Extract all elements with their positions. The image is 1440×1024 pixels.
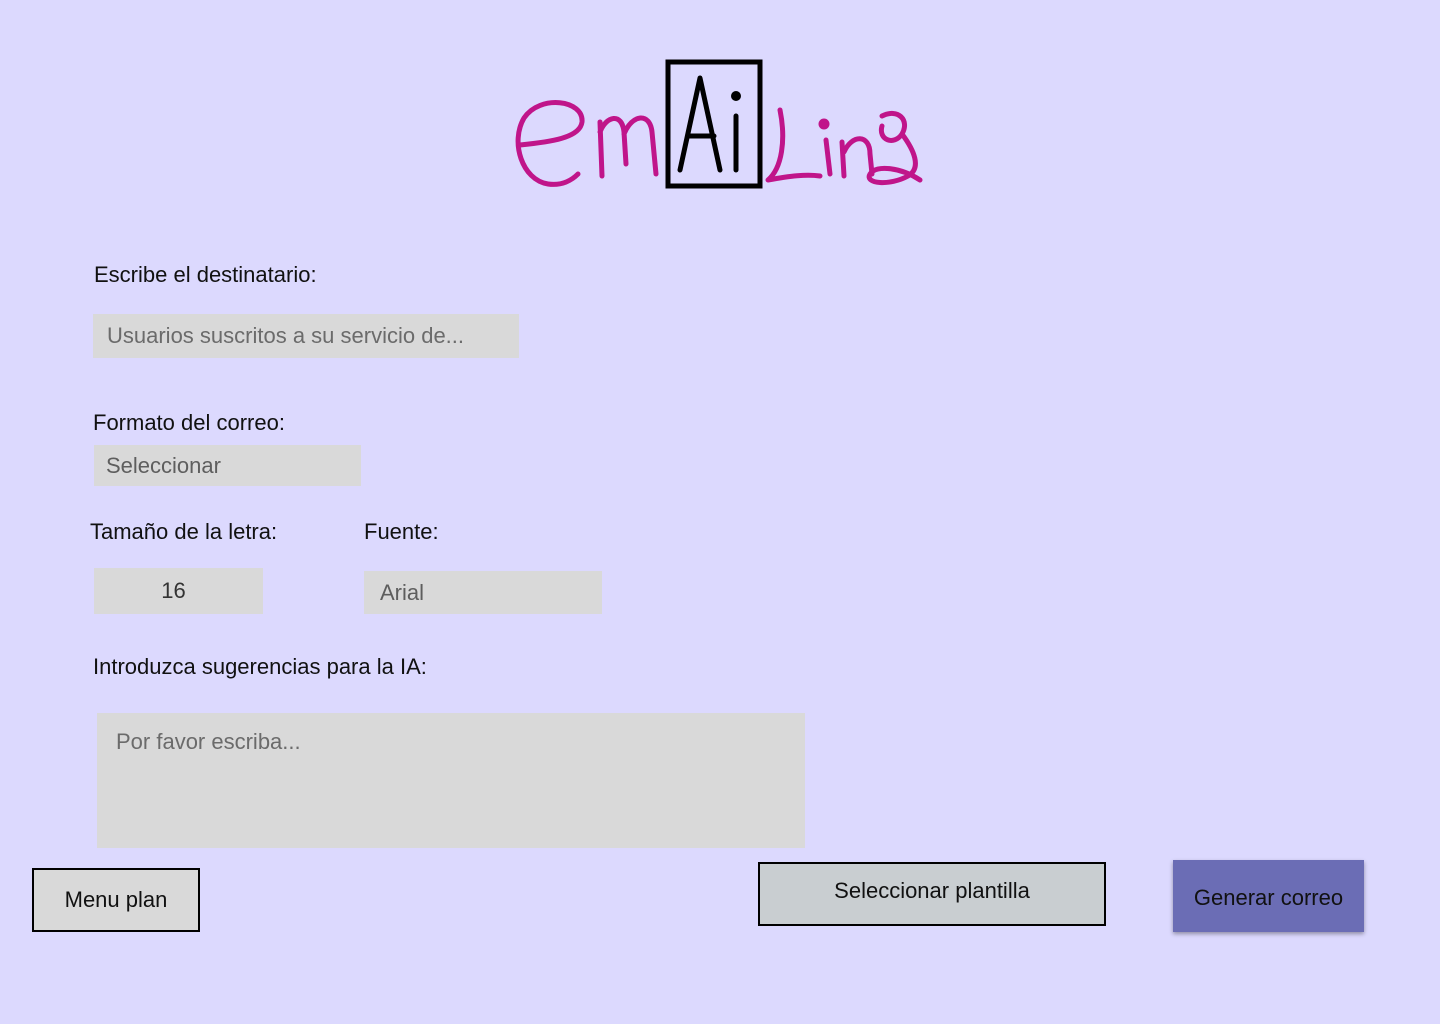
generate-email-button[interactable]: Generar correo: [1173, 860, 1364, 932]
font-select[interactable]: Arial: [364, 571, 602, 614]
format-select-value: Seleccionar: [106, 452, 221, 478]
menu-plan-button-label: Menu plan: [64, 887, 168, 912]
generate-email-button-label: Generar correo: [1193, 885, 1344, 910]
font-size-value: 16: [161, 578, 186, 603]
font-select-value: Arial: [380, 579, 425, 605]
font-size-label: Tamaño de la letra:: [90, 519, 278, 544]
select-template-button-label: Seleccionar plantilla: [834, 878, 1030, 903]
format-select[interactable]: Seleccionar: [94, 445, 361, 486]
format-label: Formato del correo:: [93, 410, 285, 435]
select-template-button[interactable]: Seleccionar plantilla: [758, 862, 1106, 926]
recipient-input[interactable]: [93, 314, 519, 358]
recipient-label: Escribe el destinatario:: [94, 262, 317, 287]
font-size-input[interactable]: 16: [94, 568, 263, 614]
menu-plan-button[interactable]: Menu plan: [32, 868, 200, 932]
emailing-logo: [515, 59, 923, 189]
suggestions-textarea[interactable]: [97, 713, 805, 848]
font-label: Fuente:: [364, 519, 439, 544]
suggestions-label: Introduzca sugerencias para la IA:: [93, 654, 427, 679]
